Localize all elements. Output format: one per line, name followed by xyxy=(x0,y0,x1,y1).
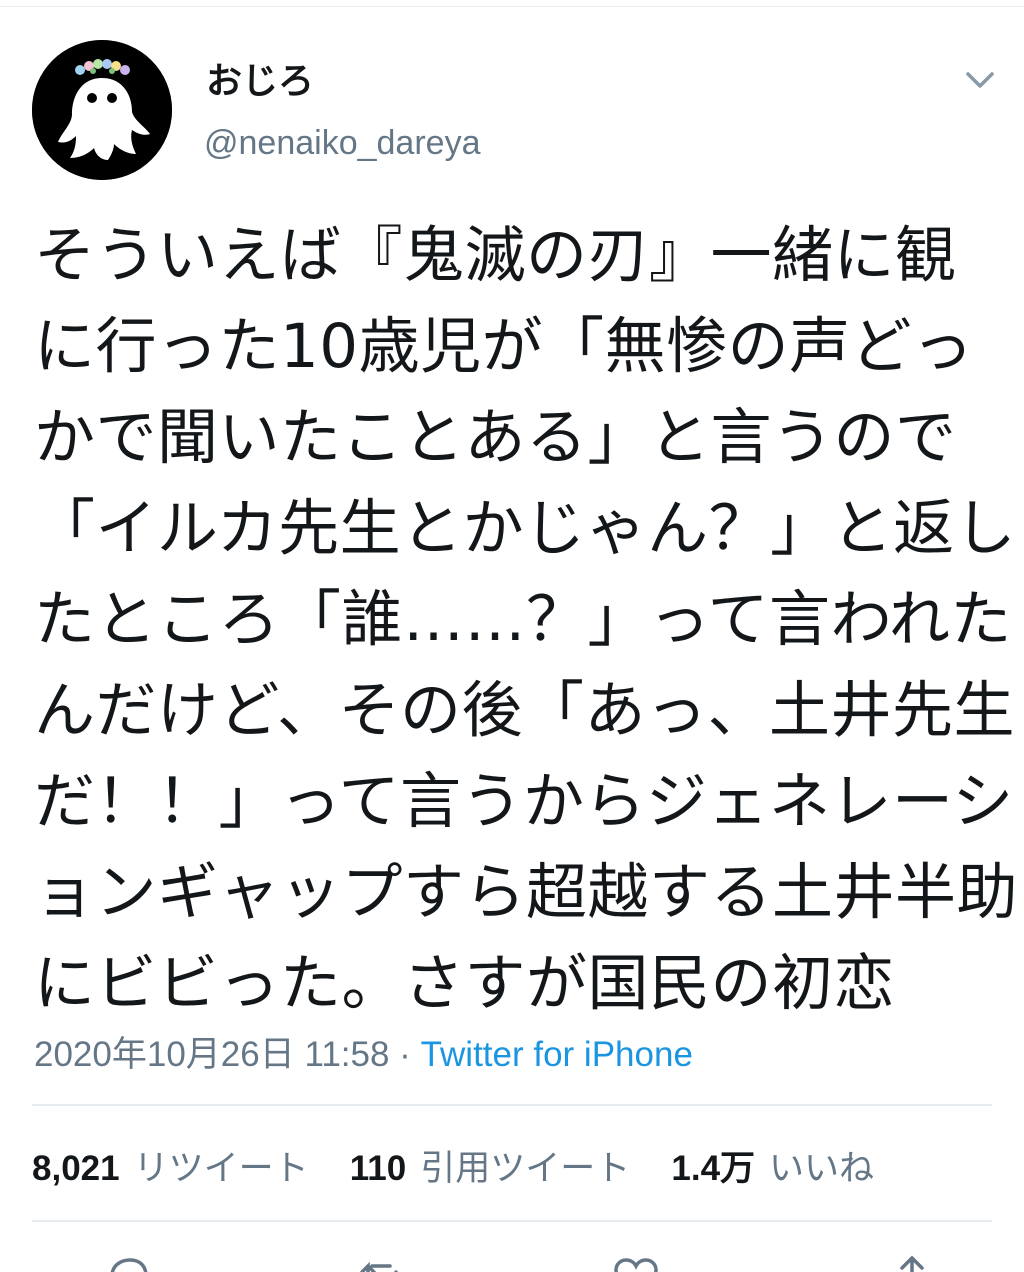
tweet-text-line: かで聞いたことある」と言うので xyxy=(34,402,957,473)
divider xyxy=(32,1220,992,1222)
tweet-text-line: そういえば『鬼滅の刃』一緒に観 xyxy=(34,220,957,291)
reply-icon[interactable] xyxy=(104,1254,152,1272)
tweet-text-line: 「イルカ先生とかじゃん？」と返し xyxy=(34,493,1017,564)
tweet-text: そういえば『鬼滅の刃』一緒に観 に行った10歳児が「無惨の声どっ かで聞いたこと… xyxy=(34,210,1019,1029)
share-icon[interactable] xyxy=(888,1254,936,1272)
meta-separator: · xyxy=(399,1035,411,1074)
retweet-count[interactable]: 8,021 xyxy=(32,1149,120,1188)
ghost-avatar-icon xyxy=(32,40,172,180)
tweet-actions xyxy=(0,1248,1024,1272)
quote-label[interactable]: 引用ツイート xyxy=(420,1149,630,1189)
quote-count[interactable]: 110 xyxy=(350,1149,406,1188)
like-count[interactable]: 1.4万 xyxy=(671,1149,755,1188)
user-handle[interactable]: @nenaiko_dareya xyxy=(204,124,480,163)
heart-icon[interactable] xyxy=(612,1254,660,1272)
retweet-icon[interactable] xyxy=(358,1254,406,1272)
tweet-text-line: たところ「誰……？」って言われた xyxy=(34,584,1012,655)
tweet-text-line: に行った10歳児が「無惨の声どっ xyxy=(34,311,974,382)
retweet-label[interactable]: リツイート xyxy=(134,1149,309,1189)
tweet-meta: 2020年10月26日 11:58 · Twitter for iPhone xyxy=(34,1026,693,1077)
tweet-text-line: にビビった。さすが国民の初恋 xyxy=(34,948,896,1019)
tweet-source-link[interactable]: Twitter for iPhone xyxy=(421,1035,693,1074)
tweet-text-line: ョンギャップすら超越する土井半助 xyxy=(34,857,1019,928)
like-label[interactable]: いいね xyxy=(769,1149,874,1189)
tweet-text-line: だ！！」って言うからジェネレーシ xyxy=(34,766,1014,837)
chevron-down-icon[interactable] xyxy=(958,58,1002,102)
tweet-timestamp[interactable]: 2020年10月26日 11:58 xyxy=(34,1035,389,1074)
tweet-stats: 8,021 リツイート 110 引用ツイート 1.4万 いいね xyxy=(32,1140,904,1191)
tweet-text-line: んだけど、その後「あっ、土井先生 xyxy=(34,675,1015,746)
divider xyxy=(32,1104,992,1106)
top-divider xyxy=(0,6,1024,7)
display-name[interactable]: おじろ xyxy=(206,52,314,104)
avatar[interactable] xyxy=(32,40,172,180)
